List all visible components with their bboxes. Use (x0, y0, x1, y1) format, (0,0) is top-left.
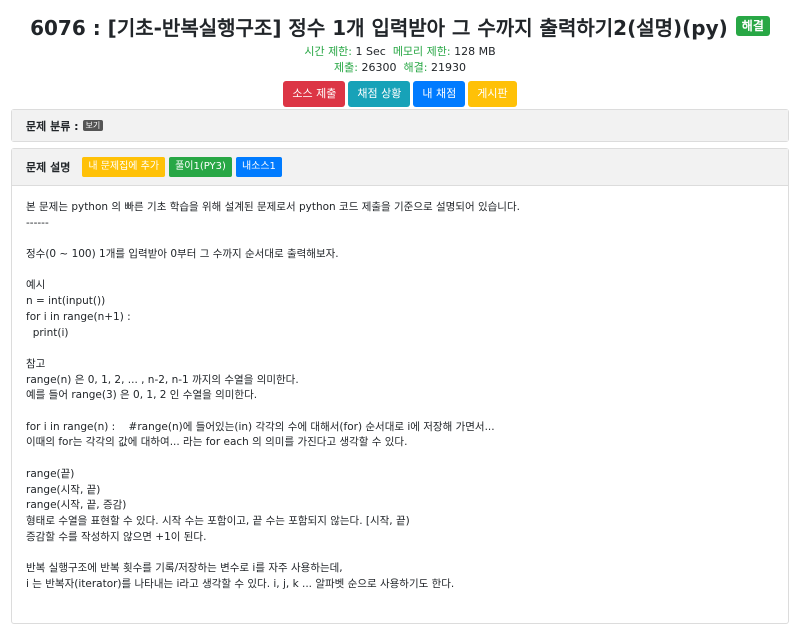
solved-badge: 해결 (735, 16, 770, 36)
description-body: 본 문제는 python 의 빠른 기초 학습을 위해 설계된 문제로서 pyt… (12, 186, 788, 606)
description-line: 참고 (26, 357, 46, 370)
time-limit-label: 시간 제한: (304, 45, 353, 58)
description-line (26, 451, 774, 467)
title-row: 6076 : [기초-반복실행구조] 정수 1개 입력받아 그 수까지 출력하기… (0, 0, 800, 44)
page-title: 6076 : [기초-반복실행구조] 정수 1개 입력받아 그 수까지 출력하기… (30, 15, 728, 40)
solution-button[interactable]: 풀이1(PY3) (169, 157, 232, 177)
description-line: 본 문제는 python 의 빠른 기초 학습을 위해 설계된 문제로서 pyt… (26, 201, 520, 213)
description-line: n = int(input()) (26, 295, 106, 308)
description-line: print(i) (26, 326, 69, 339)
time-limit-value: 1 Sec (355, 45, 386, 58)
description-header: 문제 설명 내 문제집에 추가 풀이1(PY3) 내소스1 (12, 149, 788, 186)
limits-line: 시간 제한: 1 Sec 메모리 제한: 128 MB (0, 44, 800, 60)
my-grading-button[interactable]: 내 채점 (413, 81, 466, 107)
description-label: 문제 설명 (26, 161, 71, 174)
description-line: range(시작, 끝, 증감) (26, 499, 127, 512)
category-see-button[interactable]: 보기 (82, 120, 104, 131)
description-line: i 는 반복자(iterator)를 나타내는 i라고 생각할 수 있다. i,… (26, 577, 455, 590)
description-line (26, 231, 774, 247)
description-line: range(n) 은 0, 1, 2, ... , n-2, n-1 까지의 수… (26, 373, 299, 386)
category-header: 문제 분류 : 보기 (12, 110, 788, 141)
memory-limit-label: 메모리 제한: (392, 45, 451, 58)
category-card: 문제 분류 : 보기 (11, 109, 789, 142)
solved-label: 해결: (403, 61, 428, 74)
add-to-collection-button[interactable]: 내 문제집에 추가 (82, 157, 166, 177)
description-line: 반복 실행구조에 반복 횟수를 기록/저장하는 변수로 i를 자주 사용하는데, (26, 562, 343, 575)
submit-count: 26300 (361, 61, 397, 74)
submit-label: 제출: (334, 61, 358, 74)
grading-status-button[interactable]: 채점 상황 (348, 81, 411, 107)
description-line: 예시 (26, 279, 46, 292)
description-card: 문제 설명 내 문제집에 추가 풀이1(PY3) 내소스1 본 문제는 pyth… (11, 148, 789, 624)
my-source-button[interactable]: 내소스1 (235, 157, 282, 177)
description-line: 이때의 for는 각각의 값에 대하여... 라는 for each 의 의미를… (26, 436, 408, 449)
description-line: 예를 들어 range(3) 은 0, 1, 2 인 수열을 의미한다. (26, 389, 258, 402)
board-button[interactable]: 게시판 (468, 81, 517, 107)
description-line (26, 545, 774, 561)
description-line: range(시작, 끝) (26, 483, 101, 496)
description-line: 정수(0 ~ 100) 1개를 입력받아 0부터 그 수까지 순서대로 출력해보… (26, 248, 339, 261)
action-buttons: 소스 제출 채점 상황 내 채점 게시판 (0, 81, 800, 107)
description-line: 증감할 수를 작성하지 않으면 +1이 된다. (26, 530, 207, 543)
submit-source-button[interactable]: 소스 제출 (283, 81, 346, 107)
description-line (26, 263, 774, 279)
description-line: range(끝) (26, 467, 75, 480)
description-line: 형태로 수열을 표현할 수 있다. 시작 수는 포함이고, 끝 수는 포함되지 … (26, 514, 410, 527)
description-line: for i in range(n+1) : (26, 310, 131, 323)
stats-line: 제출: 26300 해결: 21930 (0, 60, 800, 76)
problem-header: 6076 : [기초-반복실행구조] 정수 1개 입력받아 그 수까지 출력하기… (0, 0, 800, 107)
solved-count: 21930 (430, 61, 466, 74)
memory-limit-value: 128 MB (454, 45, 496, 58)
category-label: 문제 분류 : (26, 119, 79, 133)
description-line: for i in range(n) : #range(n)에 들어있는(in) … (26, 420, 495, 433)
description-line (26, 341, 774, 357)
description-line (26, 404, 774, 420)
description-line: ------ (26, 216, 49, 229)
